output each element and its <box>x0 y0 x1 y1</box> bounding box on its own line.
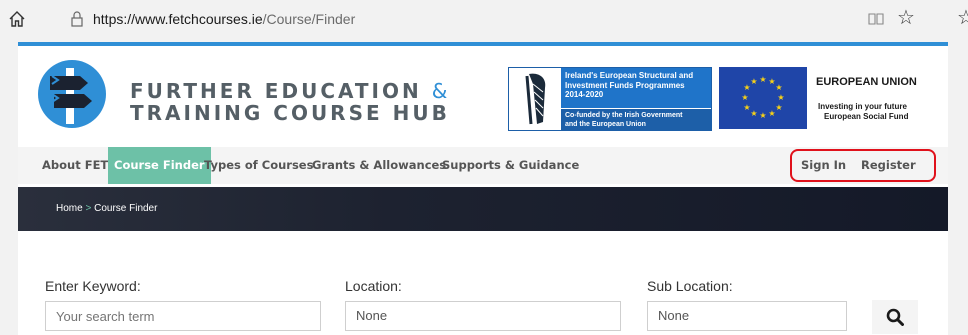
svg-text:★: ★ <box>768 109 775 118</box>
nav-types-of-courses[interactable]: Types of Courses <box>204 147 313 184</box>
fet-logo-icon[interactable] <box>36 58 108 130</box>
keyword-label: Enter Keyword: <box>45 278 141 294</box>
favorites-icon[interactable]: ☆ <box>957 7 968 29</box>
breadcrumb-separator: > <box>85 203 92 214</box>
svg-text:★: ★ <box>750 109 757 118</box>
nav-grants-allowances[interactable]: Grants & Allowances <box>312 147 446 184</box>
page-content: FURTHER EDUCATION & TRAINING COURSE HUB … <box>18 42 948 335</box>
svg-text:★: ★ <box>759 111 766 120</box>
eu-title: EUROPEAN UNION <box>816 76 917 88</box>
esif-logo: Ireland's European Structural and Invest… <box>508 67 712 131</box>
svg-text:★: ★ <box>775 103 782 112</box>
breadcrumb-current: Course Finder <box>94 203 158 214</box>
browser-toolbar: https://www.fetchcourses.ie/Course/Finde… <box>0 0 968 38</box>
esif-line3: 2014-2020 <box>565 90 604 99</box>
favorite-star-icon[interactable]: ☆ <box>897 7 915 29</box>
svg-text:★: ★ <box>775 83 782 92</box>
brand-ampersand: & <box>431 79 451 103</box>
svg-text:★: ★ <box>777 93 784 102</box>
eu-subtitle-1: Investing in your future <box>818 102 907 111</box>
url-host: https://www.fetchcourses.ie <box>93 11 263 27</box>
nav-supports-guidance[interactable]: Supports & Guidance <box>442 147 579 184</box>
sublocation-label: Sub Location: <box>647 278 733 294</box>
harp-icon <box>509 68 561 130</box>
highlight-annotation <box>790 149 936 182</box>
brand-title: FURTHER EDUCATION & TRAINING COURSE HUB <box>130 80 450 124</box>
svg-text:★: ★ <box>759 75 766 84</box>
lock-icon <box>71 11 83 27</box>
location-select[interactable]: None <box>345 301 621 331</box>
esif-text-top: Ireland's European Structural and Invest… <box>561 68 711 108</box>
breadcrumb: Home > Course Finder <box>56 203 157 214</box>
brand-line1: FURTHER EDUCATION <box>130 79 422 103</box>
brand-line2: TRAINING COURSE HUB <box>130 101 450 125</box>
eu-subtitle-2: European Social Fund <box>824 112 909 121</box>
esif-line5: and the European Union <box>565 121 646 128</box>
esif-line1: Ireland's European Structural and <box>565 71 694 80</box>
keyword-input[interactable] <box>45 301 321 331</box>
search-icon <box>886 308 904 326</box>
esif-text-bottom: Co-funded by the Irish Government and th… <box>561 109 711 130</box>
home-icon[interactable] <box>8 10 26 28</box>
esif-line4: Co-funded by the Irish Government <box>565 112 683 119</box>
sublocation-select[interactable]: None <box>647 301 847 331</box>
esif-line2: Investment Funds Programmes <box>565 80 685 90</box>
svg-text:★: ★ <box>743 103 750 112</box>
address-bar[interactable]: https://www.fetchcourses.ie/Course/Finde… <box>93 10 355 28</box>
nav-about-fet[interactable]: About FET <box>42 147 108 184</box>
nav-course-finder[interactable]: Course Finder <box>108 147 211 184</box>
reading-view-icon[interactable] <box>868 11 884 27</box>
location-label: Location: <box>345 278 402 294</box>
svg-text:★: ★ <box>750 77 757 86</box>
search-button[interactable] <box>872 300 918 334</box>
eu-flag-icon: ★ ★★ ★★★ ★★★ ★★★ <box>719 67 807 129</box>
url-path: /Course/Finder <box>262 11 356 27</box>
svg-text:★: ★ <box>741 93 748 102</box>
breadcrumb-home[interactable]: Home <box>56 203 83 214</box>
breadcrumb-band: Home > Course Finder <box>18 187 948 231</box>
